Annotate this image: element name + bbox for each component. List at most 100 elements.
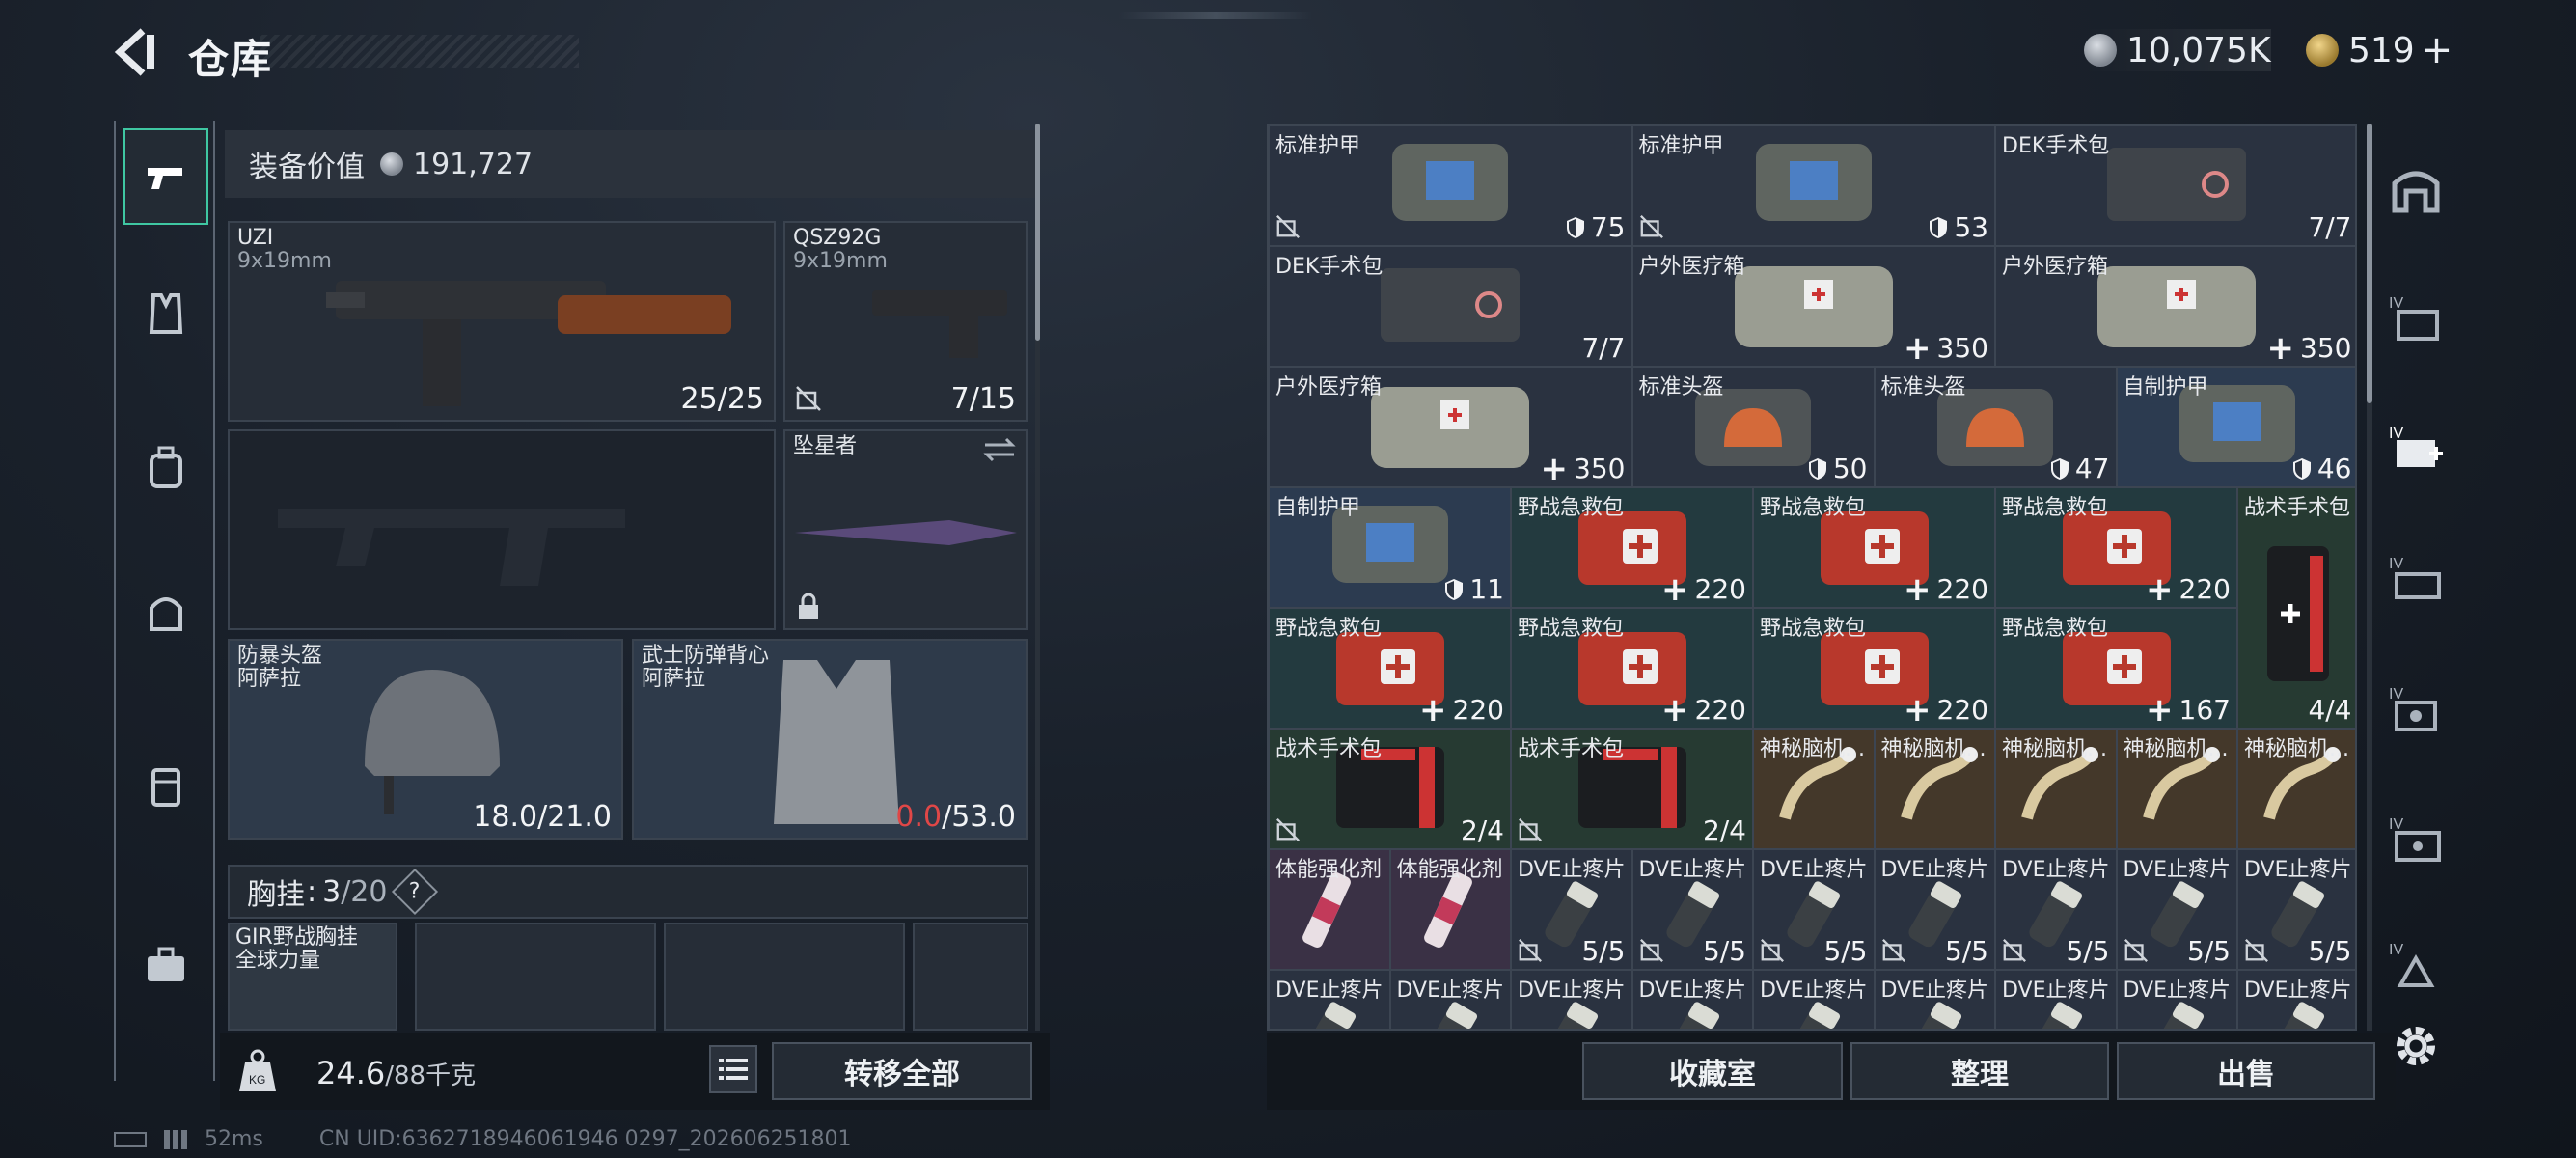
rig-pocket-slot[interactable] xyxy=(664,923,905,1031)
inventory-item[interactable]: 自制护甲 11 xyxy=(1269,487,1511,608)
inventory-item[interactable]: 神秘脑机... xyxy=(1995,729,2117,849)
item-count: +220 xyxy=(1904,569,1988,608)
add-gold-button[interactable]: + xyxy=(2421,28,2453,72)
vest-slot[interactable]: 武士防弹背心 阿萨拉 0.0/53.0 xyxy=(632,639,1028,840)
lock-icon xyxy=(1639,939,1663,962)
inventory-item[interactable]: 标准头盔 47 xyxy=(1874,367,2117,487)
silver-currency[interactable]: 10,075K xyxy=(2084,29,2271,71)
inventory-item[interactable]: 标准头盔 50 xyxy=(1631,367,1875,487)
inventory-item[interactable]: 野战急救包 +220 xyxy=(1995,487,2237,608)
inventory-item[interactable]: 战术手术包 4/4 xyxy=(2237,487,2355,729)
item-count: 7/7 xyxy=(1581,332,1626,364)
inventory-item[interactable]: 野战急救包 +220 xyxy=(1269,608,1511,729)
inventory-item[interactable]: 自制护甲 46 xyxy=(2116,367,2355,487)
inventory-item[interactable]: DVE止疼片 5/5 xyxy=(2237,849,2355,970)
inventory-item[interactable]: 户外医疗箱 +350 xyxy=(1631,246,1995,367)
inventory-item[interactable]: DVE止疼片 xyxy=(1269,970,1390,1029)
inventory-item[interactable]: 标准护甲 75 xyxy=(1269,125,1632,246)
home-icon[interactable] xyxy=(2383,154,2449,222)
rig-pocket-slot[interactable] xyxy=(913,923,1028,1031)
inventory-item[interactable]: DVE止疼片 5/5 xyxy=(2116,849,2237,970)
inventory-item[interactable]: DVE止疼片 xyxy=(1631,970,1753,1029)
sell-button[interactable]: 出售 xyxy=(2117,1042,2375,1100)
back-arrow-icon[interactable] xyxy=(114,27,160,77)
inventory-item[interactable]: 战术手术包 2/4 xyxy=(1269,729,1511,849)
storage-6-icon[interactable]: IV xyxy=(2383,931,2449,999)
storage-2-icon[interactable]: IV xyxy=(2383,415,2449,482)
inventory-item[interactable]: 神秘脑机... xyxy=(2116,729,2237,849)
item-name: 神秘脑机... xyxy=(2244,737,2349,761)
shield-icon xyxy=(2050,457,2069,480)
inventory-item[interactable]: DEK手术包 7/7 xyxy=(1269,246,1632,367)
item-name: 野战急救包 xyxy=(1518,496,1625,520)
inventory-item[interactable]: DVE止疼片 xyxy=(2237,970,2355,1029)
case-icon[interactable] xyxy=(123,738,208,835)
toolbox-icon[interactable] xyxy=(123,917,208,1013)
help-icon[interactable]: ? xyxy=(392,868,439,916)
inventory-item[interactable]: 体能强化剂 xyxy=(1389,849,1511,970)
inventory-item[interactable]: DEK手术包 7/7 xyxy=(1995,125,2355,246)
list-view-button[interactable] xyxy=(709,1045,757,1093)
equipment-value-amount: 191,727 xyxy=(413,147,534,181)
pistol-icon[interactable] xyxy=(123,128,208,225)
rig-slot[interactable]: GIR野战胸挂 全球力量 xyxy=(228,923,397,1031)
inventory-item[interactable]: DVE止疼片 xyxy=(1753,970,1875,1029)
inventory-item[interactable]: DVE止疼片 5/5 xyxy=(1874,849,1995,970)
item-name: 标准头盔 xyxy=(1880,375,1966,400)
vest-icon[interactable] xyxy=(123,265,208,362)
item-count: +350 xyxy=(2266,328,2352,367)
vest-name: 武士防弹背心 xyxy=(642,644,770,668)
inventory-item[interactable]: 户外医疗箱 +350 xyxy=(1269,367,1632,487)
melee-slot[interactable]: 坠星者 xyxy=(783,429,1028,630)
gold-currency[interactable]: 519 + xyxy=(2306,28,2453,72)
inventory-item[interactable]: 战术手术包 2/4 xyxy=(1511,729,1753,849)
rig-pocket-slot[interactable] xyxy=(415,923,656,1031)
inventory-item[interactable]: 野战急救包 +220 xyxy=(1753,608,1995,729)
inventory-item[interactable]: 神秘脑机... xyxy=(1753,729,1875,849)
empty-weapon-slot[interactable] xyxy=(228,429,776,630)
item-name: DVE止疼片 xyxy=(1396,979,1505,1003)
lock-icon xyxy=(796,386,821,411)
inventory-item[interactable]: DVE止疼片 5/5 xyxy=(1631,849,1753,970)
sort-button[interactable]: 整理 xyxy=(1850,1042,2109,1100)
inventory-item[interactable]: DVE止疼片 xyxy=(1995,970,2117,1029)
inventory-item[interactable]: 神秘脑机... xyxy=(2237,729,2355,849)
inventory-item[interactable]: 神秘脑机... xyxy=(1874,729,1995,849)
item-name: 野战急救包 xyxy=(1760,496,1867,520)
collection-button[interactable]: 收藏室 xyxy=(1582,1042,1843,1100)
inventory-item[interactable]: DVE止疼片 xyxy=(1874,970,1995,1029)
inventory-item[interactable]: DVE止疼片 xyxy=(2116,970,2237,1029)
primary-weapon-slot[interactable]: UZI 9x19mm 25/25 xyxy=(228,221,776,422)
equipment-value: 装备价值 191,727 xyxy=(225,130,1035,198)
inventory-item[interactable]: 标准护甲 53 xyxy=(1631,125,1995,246)
swap-icon[interactable] xyxy=(983,437,1016,462)
storage-5-icon[interactable]: IV xyxy=(2383,806,2449,873)
inventory-item[interactable]: 野战急救包 +220 xyxy=(1511,608,1753,729)
inventory-item[interactable]: DVE止疼片 xyxy=(1511,970,1632,1029)
storage-1-icon[interactable]: IV xyxy=(2383,285,2449,352)
inventory-item[interactable]: 体能强化剂 xyxy=(1269,849,1390,970)
transfer-all-button[interactable]: 转移全部 xyxy=(772,1042,1032,1100)
inventory-item[interactable]: DVE止疼片 xyxy=(1389,970,1511,1029)
inventory-item[interactable]: 野战急救包 +220 xyxy=(1511,487,1753,608)
helmet-slot[interactable]: 防暴头盔 阿萨拉 18.0/21.0 xyxy=(228,639,623,840)
left-scrollbar[interactable] xyxy=(1035,124,1040,341)
bag-icon[interactable] xyxy=(123,565,208,661)
right-scrollbar[interactable] xyxy=(2367,124,2372,403)
item-count: 7/7 xyxy=(2308,211,2352,243)
inventory-item[interactable]: 户外医疗箱 +350 xyxy=(1995,246,2355,367)
inventory-item[interactable]: DVE止疼片 5/5 xyxy=(1511,849,1632,970)
storage-3-icon[interactable]: IV xyxy=(2383,545,2449,613)
inventory-item[interactable]: 野战急救包 +167 xyxy=(1995,608,2237,729)
gear-icon[interactable] xyxy=(2391,1021,2441,1071)
inventory-item[interactable]: 野战急救包 +220 xyxy=(1753,487,1995,608)
backpack-icon[interactable] xyxy=(123,420,208,516)
vest-sub: 阿萨拉 xyxy=(642,667,706,691)
svg-text:IV: IV xyxy=(2389,942,2403,958)
inventory-item[interactable]: DVE止疼片 5/5 xyxy=(1995,849,2117,970)
item-count: 5/5 xyxy=(1581,935,1626,967)
storage-4-icon[interactable]: IV xyxy=(2383,676,2449,743)
secondary-weapon-slot[interactable]: QSZ92G 9x19mm 7/15 xyxy=(783,221,1028,422)
item-image xyxy=(2090,259,2263,359)
inventory-item[interactable]: DVE止疼片 5/5 xyxy=(1753,849,1875,970)
